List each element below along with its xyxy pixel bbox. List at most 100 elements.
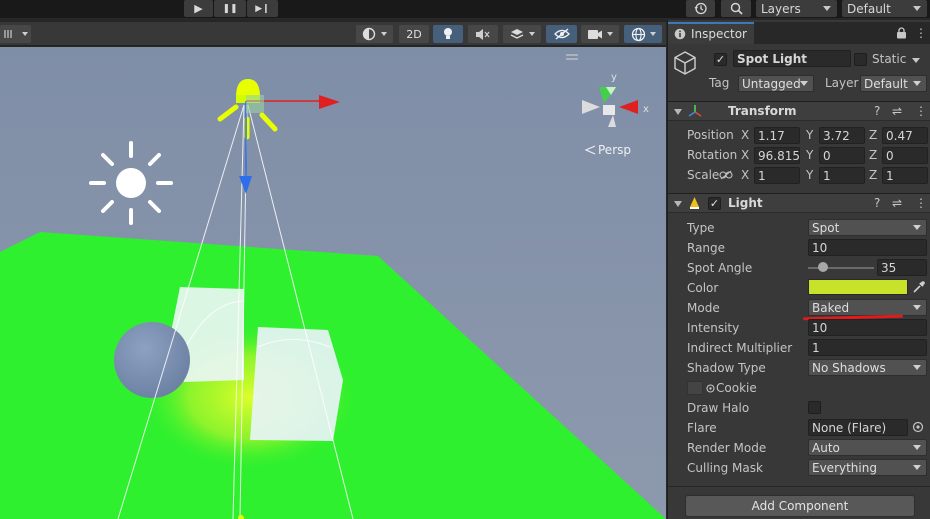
- rotation-y-field[interactable]: 0: [819, 147, 865, 164]
- layout-dropdown[interactable]: Default: [842, 0, 927, 17]
- shadow-type-label: Shadow Type: [687, 361, 766, 375]
- help-icon[interactable]: ?: [874, 196, 880, 210]
- tag-dropdown[interactable]: Untagged: [738, 75, 814, 92]
- static-dropdown-arrow[interactable]: [912, 58, 920, 63]
- rotation-x-field[interactable]: 96.815: [754, 147, 800, 164]
- spot-angle-field[interactable]: 35: [877, 259, 927, 276]
- layers-dropdown[interactable]: Layers: [756, 0, 837, 17]
- lock-icon[interactable]: [896, 27, 907, 39]
- preset-icon[interactable]: ⇌: [892, 196, 902, 210]
- pause-icon: ❚❚: [222, 3, 238, 14]
- render-mode-dropdown[interactable]: Auto: [808, 439, 927, 456]
- scale-link-icon[interactable]: [719, 170, 733, 180]
- effects-dropdown[interactable]: [503, 25, 541, 43]
- scene-visibility-button[interactable]: [546, 25, 577, 43]
- transform-axes-icon: [688, 105, 702, 117]
- shadow-type-dropdown[interactable]: No Shadows: [808, 359, 927, 376]
- draw-halo-checkbox[interactable]: [808, 401, 821, 414]
- draw-mode-dropdown[interactable]: [0, 25, 31, 43]
- search-icon: [730, 2, 743, 15]
- add-component-button[interactable]: Add Component: [685, 495, 915, 517]
- scale-y-field[interactable]: 1: [819, 167, 865, 184]
- gizmo-globe-icon: [631, 27, 645, 41]
- more-options-icon[interactable]: ⋮: [915, 104, 927, 118]
- type-dropdown[interactable]: Spot: [808, 219, 927, 236]
- history-button[interactable]: [686, 0, 715, 17]
- chevron-down-icon: [913, 225, 921, 230]
- camera-icon: [588, 29, 602, 39]
- scale-z-axis-label: Z: [869, 168, 878, 182]
- tag-label: Tag: [709, 76, 730, 90]
- scene-render: y x: [0, 47, 666, 519]
- more-options-icon[interactable]: ⋮: [915, 26, 927, 40]
- transform-header[interactable]: Transform ? ⇌ ⋮: [668, 101, 930, 121]
- step-icon: ▶❙: [255, 3, 270, 14]
- active-checkbox[interactable]: ✓: [714, 53, 727, 66]
- intensity-field[interactable]: 10: [808, 319, 927, 336]
- step-button[interactable]: ▶❙: [247, 0, 278, 17]
- color-label: Color: [687, 281, 719, 295]
- sun-icon: [89, 141, 173, 225]
- chevron-down-icon: [913, 365, 921, 370]
- grid-lines-icon: [3, 30, 12, 38]
- tab-inspector[interactable]: Inspector: [668, 22, 754, 44]
- culling-mask-dropdown[interactable]: Everything: [808, 459, 927, 476]
- help-icon[interactable]: ?: [874, 104, 880, 118]
- spot-angle-slider-thumb[interactable]: [817, 262, 828, 272]
- scale-z-field[interactable]: 1: [882, 167, 928, 184]
- scale-x-field[interactable]: 1: [754, 167, 800, 184]
- foldout-arrow-icon[interactable]: [674, 201, 682, 207]
- range-label: Range: [687, 241, 726, 255]
- 2d-mode-button[interactable]: 2D: [399, 25, 429, 43]
- layer-dropdown[interactable]: Default: [860, 75, 927, 92]
- chevron-down-icon: [800, 81, 808, 86]
- preset-icon[interactable]: ⇌: [892, 104, 902, 118]
- scene-toolbar: 2D: [0, 22, 666, 46]
- scale-y-axis-label: Y: [806, 168, 814, 182]
- search-button[interactable]: [721, 0, 751, 17]
- static-label: Static: [872, 52, 907, 66]
- position-x-field[interactable]: 1.17: [754, 127, 800, 144]
- static-checkbox[interactable]: [854, 53, 867, 66]
- gizmos-dropdown[interactable]: [624, 25, 662, 43]
- cookie-thumbnail[interactable]: [687, 381, 703, 395]
- light-enabled-checkbox[interactable]: ✓: [708, 197, 721, 210]
- audio-toggle-button[interactable]: [468, 25, 498, 43]
- more-options-icon[interactable]: ⋮: [915, 196, 927, 210]
- flare-label: Flare: [687, 421, 717, 435]
- range-field[interactable]: 10: [808, 239, 927, 256]
- object-picker-icon[interactable]: [912, 421, 924, 433]
- history-icon: [694, 2, 707, 15]
- position-z-field[interactable]: 0.47: [882, 127, 928, 144]
- chevron-down-icon: [649, 32, 656, 36]
- mode-dropdown[interactable]: Baked: [808, 299, 927, 316]
- scene-viewport[interactable]: y x Persp: [0, 47, 666, 519]
- persp-arrow-icon: [584, 145, 596, 155]
- shading-mode-dropdown[interactable]: [356, 25, 393, 43]
- object-picker-icon[interactable]: [706, 384, 715, 393]
- transform-title: Transform: [728, 104, 797, 118]
- chevron-down-icon: [913, 305, 921, 310]
- light-title: Light: [728, 196, 763, 210]
- position-label: Position: [687, 128, 734, 142]
- persp-label[interactable]: Persp: [584, 143, 631, 157]
- play-icon: ▶: [194, 2, 203, 15]
- chevron-down-icon: [913, 465, 921, 470]
- flare-field[interactable]: None (Flare): [808, 419, 908, 436]
- pause-button[interactable]: ❚❚: [214, 0, 246, 17]
- eyedropper-icon[interactable]: [912, 280, 926, 294]
- lighting-toggle-button[interactable]: [433, 25, 463, 43]
- light-header[interactable]: ✓ Light ? ⇌ ⋮: [668, 193, 930, 213]
- rotation-z-field[interactable]: 0: [882, 147, 928, 164]
- inspector-tabbar: Inspector ⋮: [668, 22, 930, 44]
- mode-label: Mode: [687, 301, 720, 315]
- color-swatch[interactable]: [808, 279, 908, 295]
- foldout-arrow-icon[interactable]: [674, 109, 682, 115]
- object-name-field[interactable]: Spot Light: [733, 50, 851, 67]
- camera-dropdown[interactable]: [581, 25, 619, 43]
- play-button[interactable]: ▶: [184, 0, 213, 17]
- layout-label: Default: [847, 1, 891, 16]
- indirect-multiplier-field[interactable]: 1: [808, 339, 927, 356]
- info-icon: [674, 28, 686, 40]
- position-y-field[interactable]: 3.72: [819, 127, 865, 144]
